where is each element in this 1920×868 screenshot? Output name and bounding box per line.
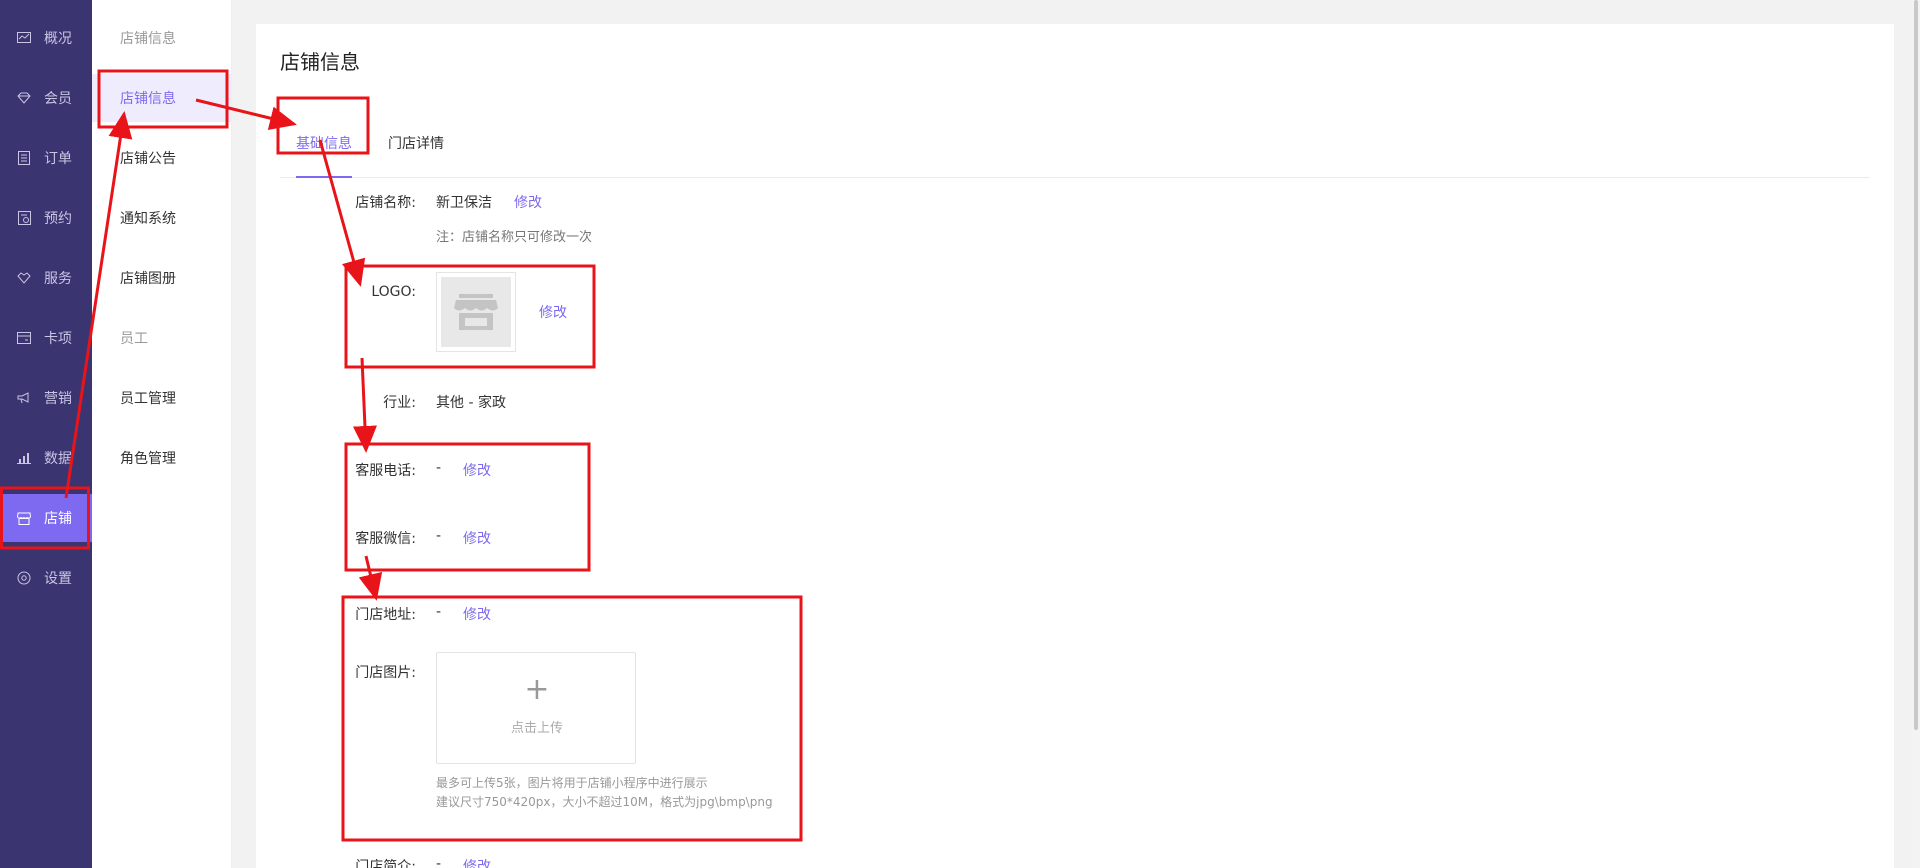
nav-item-card[interactable]: 卡项 (0, 314, 92, 362)
store-intro-label: 门店简介: (355, 859, 416, 868)
store-name-label: 店铺名称: (355, 195, 416, 211)
nav-label: 订单 (44, 151, 72, 167)
upload-hint-count: 最多可上传5张，图片将用于店铺小程序中进行展示 (436, 776, 708, 790)
nav-item-service[interactable]: 服务 (0, 254, 92, 302)
member-icon (16, 90, 32, 106)
nav-label: 数据 (44, 451, 72, 467)
upload-hint-format: 建议尺寸750*420px，大小不超过10M，格式为jpg\bmp\png (436, 795, 773, 809)
service-phone-label: 客服电话: (355, 463, 416, 479)
main-nav: 概况 会员 订单 预约 服务 卡项 营销 数据 店铺 设置 (0, 0, 92, 868)
overview-icon (16, 30, 32, 46)
subnav-item-role-management[interactable]: 角色管理 (92, 434, 232, 482)
subnav-item-store-info[interactable]: 店铺信息 (92, 74, 232, 122)
store-images-label: 门店图片: (355, 665, 416, 681)
service-wechat-value: - (436, 528, 442, 544)
subnav-group-store: 店铺信息 (120, 31, 176, 47)
settings-icon (16, 570, 32, 586)
nav-item-marketing[interactable]: 营销 (0, 374, 92, 422)
nav-item-appointment[interactable]: 预约 (0, 194, 92, 242)
nav-label: 店铺 (44, 511, 72, 527)
nav-label: 设置 (44, 571, 72, 587)
data-icon (16, 450, 32, 466)
edit-store-name-link[interactable]: 修改 (514, 192, 542, 212)
appointment-icon (16, 210, 32, 226)
subnav-item-gallery[interactable]: 店铺图册 (92, 254, 232, 302)
subnav-item-staff-management[interactable]: 员工管理 (92, 374, 232, 422)
nav-label: 会员 (44, 91, 72, 107)
plus-icon: + (524, 672, 550, 707)
edit-store-address-link[interactable]: 修改 (463, 604, 491, 624)
page-title: 店铺信息 (280, 50, 360, 74)
industry-value: 其他 - 家政 (436, 395, 506, 411)
nav-item-order[interactable]: 订单 (0, 134, 92, 182)
edit-store-intro-link[interactable]: 修改 (463, 856, 491, 868)
nav-label: 预约 (44, 211, 72, 227)
marketing-icon (16, 390, 32, 406)
store-name-value: 新卫保洁 (436, 195, 492, 211)
service-phone-value: - (436, 460, 442, 476)
nav-item-data[interactable]: 数据 (0, 434, 92, 482)
store-address-value: - (436, 604, 442, 620)
card-icon (16, 330, 32, 346)
store-name-note: 注：店铺名称只可修改一次 (436, 230, 593, 245)
subnav-item-notification[interactable]: 通知系统 (92, 194, 232, 242)
nav-label: 营销 (44, 391, 72, 407)
tab-bar: 基础信息 门店详情 (280, 110, 1870, 178)
main-panel: 店铺信息 基础信息 门店详情 店铺名称: 新卫保洁 修改 注：店铺名称只可修改一… (256, 24, 1894, 868)
edit-service-phone-link[interactable]: 修改 (463, 460, 491, 480)
nav-item-settings[interactable]: 设置 (0, 554, 92, 602)
service-icon (16, 270, 32, 286)
logo-label: LOGO: (371, 284, 416, 300)
nav-item-overview[interactable]: 概况 (0, 14, 92, 62)
industry-label: 行业: (383, 395, 416, 411)
scrollbar-thumb[interactable] (1914, 0, 1918, 730)
image-upload-button[interactable]: + 点击上传 (436, 652, 636, 764)
tab-basic-info[interactable]: 基础信息 (296, 110, 352, 178)
upload-label: 点击上传 (510, 721, 563, 736)
edit-logo-link[interactable]: 修改 (539, 302, 567, 322)
nav-label: 概况 (44, 31, 72, 47)
subnav-group-staff: 员工 (120, 331, 148, 347)
sub-nav: 店铺信息 店铺信息 店铺公告 通知系统 店铺图册 员工 员工管理 角色管理 (92, 0, 232, 868)
store-icon (16, 510, 32, 526)
subnav-item-announcement[interactable]: 店铺公告 (92, 134, 232, 182)
order-icon (16, 150, 32, 166)
edit-service-wechat-link[interactable]: 修改 (463, 528, 491, 548)
store-address-label: 门店地址: (355, 607, 416, 623)
nav-label: 卡项 (44, 331, 72, 347)
nav-item-store[interactable]: 店铺 (0, 494, 92, 542)
logo-image (436, 272, 516, 352)
store-placeholder-icon (441, 277, 511, 347)
tab-store-details[interactable]: 门店详情 (388, 110, 444, 178)
nav-label: 服务 (44, 271, 72, 287)
nav-item-member[interactable]: 会员 (0, 74, 92, 122)
store-intro-value: - (436, 856, 442, 868)
service-wechat-label: 客服微信: (355, 531, 416, 547)
